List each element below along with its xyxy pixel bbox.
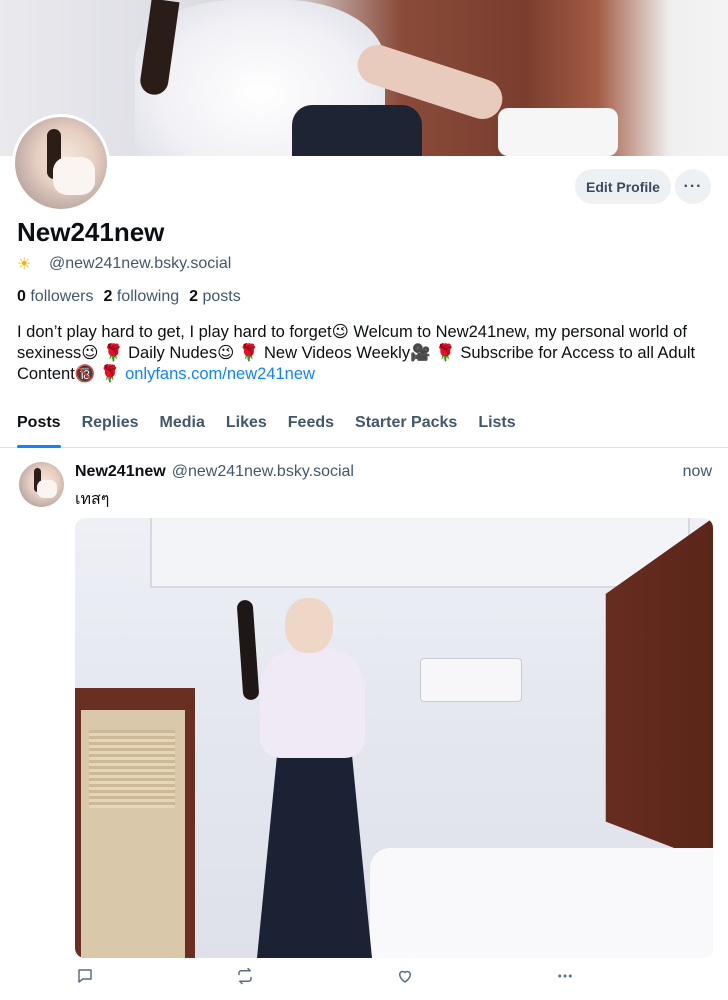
handle-row: ☀ @new241new.bsky.social	[17, 254, 231, 274]
post-author-name[interactable]: New241new	[75, 463, 166, 481]
followers-count: 0	[17, 288, 26, 305]
image-shape	[370, 848, 713, 958]
profile-avatar[interactable]	[12, 114, 110, 212]
post-image[interactable]	[75, 518, 713, 958]
following-count: 2	[103, 288, 113, 305]
bio-text: I don’t play hard to get, I play hard to…	[17, 323, 696, 383]
banner-shape	[498, 108, 618, 156]
image-shape	[257, 748, 372, 958]
posts-label: posts	[202, 288, 241, 305]
tab-posts[interactable]: Posts	[17, 403, 61, 448]
followers-label: followers	[30, 288, 94, 305]
tab-starter-packs[interactable]: Starter Packs	[355, 403, 457, 448]
avatar-shape	[37, 480, 57, 498]
post-timestamp[interactable]: now	[683, 463, 712, 481]
image-shape	[150, 518, 690, 588]
profile-tabs: Posts Replies Media Likes Feeds Starter …	[0, 403, 728, 448]
tab-replies[interactable]: Replies	[82, 403, 139, 448]
post-author-avatar[interactable]	[19, 462, 64, 507]
post-header: New241new @new241new.bsky.social	[75, 463, 354, 481]
image-shape	[260, 648, 365, 758]
display-name: New241new	[17, 217, 165, 247]
banner-shape	[292, 105, 422, 156]
posts-stat: 2 posts	[189, 288, 241, 306]
tab-lists[interactable]: Lists	[478, 403, 515, 448]
sun-emoji-icon: ☀	[17, 256, 32, 273]
post-actions	[75, 966, 585, 990]
reply-icon[interactable]	[75, 966, 95, 986]
tab-media[interactable]: Media	[160, 403, 205, 448]
ellipsis-icon: ···	[683, 177, 703, 195]
bio-link[interactable]: onlyfans.com/new241new	[125, 365, 315, 383]
profile-bio: I don’t play hard to get, I play hard to…	[17, 322, 717, 385]
posts-count: 2	[189, 288, 199, 305]
like-icon[interactable]	[395, 966, 415, 986]
tab-feeds[interactable]: Feeds	[288, 403, 334, 448]
more-icon[interactable]	[555, 966, 575, 986]
edit-profile-button[interactable]: Edit Profile	[575, 169, 671, 204]
post-text: เทสๆ	[75, 491, 110, 508]
following-label: following	[116, 288, 180, 305]
image-shape	[236, 599, 260, 701]
avatar-shape	[53, 157, 95, 195]
image-shape	[285, 598, 333, 653]
post-author-handle[interactable]: @new241new.bsky.social	[172, 463, 354, 481]
profile-banner[interactable]	[0, 0, 728, 156]
more-options-button[interactable]: ···	[675, 169, 711, 204]
repost-icon[interactable]	[235, 966, 255, 986]
profile-handle: @new241new.bsky.social	[49, 255, 232, 272]
profile-stats: 0 followers 2 following 2 posts	[17, 288, 241, 306]
followers-stat[interactable]: 0 followers	[17, 288, 94, 306]
following-stat[interactable]: 2 following	[104, 288, 180, 306]
image-shape	[420, 658, 522, 702]
image-shape	[89, 730, 175, 808]
tab-likes[interactable]: Likes	[226, 403, 267, 448]
